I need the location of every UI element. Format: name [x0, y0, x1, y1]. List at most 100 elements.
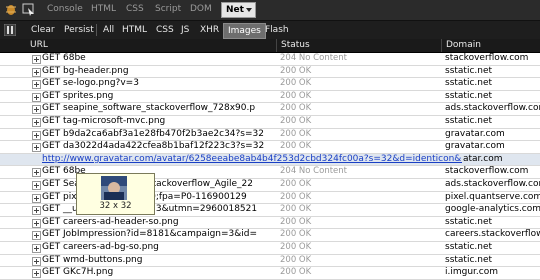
request-url: GET seapine_software_stackoverflow_728x9…	[42, 103, 256, 114]
filter-images[interactable]: Images	[223, 23, 266, 39]
request-domain: sstatic.net	[445, 90, 493, 101]
request-domain: sstatic.net	[445, 115, 493, 126]
request-domain: atar.com	[463, 153, 503, 164]
request-row[interactable]: GET b9da2ca6abf3a1e28fb470f2b3ae2c34?s=3…	[0, 128, 540, 142]
request-url: GET 68be	[42, 53, 86, 63]
request-status: 200 OK	[280, 204, 312, 215]
tab-css[interactable]: CSS	[126, 4, 144, 14]
filter-css[interactable]: CSS	[156, 25, 174, 35]
request-row[interactable]: GET JobImpression?id=8181&campaign=3&id=…	[0, 229, 540, 242]
request-domain: ads.stackoverflow.com	[445, 178, 540, 189]
request-status: 200 OK	[280, 90, 312, 101]
expand-icon[interactable]	[32, 117, 41, 127]
request-status: 200 OK	[280, 216, 312, 227]
request-row[interactable]: GET GKc7H.png 200 OK i.imgur.com	[0, 267, 540, 280]
request-row[interactable]: GET careers-ad-bg-so.png 200 OK sstatic.ne…	[0, 241, 540, 255]
filter-html[interactable]: HTML	[122, 25, 147, 35]
toolbar-divider	[96, 24, 97, 36]
request-status: 200 OK	[280, 128, 312, 139]
request-status: 200 OK	[280, 141, 312, 152]
clear-button[interactable]: Clear	[31, 25, 55, 35]
expand-icon[interactable]	[32, 206, 41, 216]
request-row[interactable]: GET tag-microsoft-mvc.png 200 OK sstatic.n…	[0, 115, 540, 129]
request-domain: sstatic.net	[445, 65, 493, 76]
expand-icon[interactable]	[32, 218, 41, 228]
request-domain: sstatic.net	[445, 78, 493, 89]
tab-console[interactable]: Console	[47, 4, 83, 14]
inspect-icon[interactable]	[22, 3, 36, 16]
request-url: GET wmd-buttons.png	[42, 254, 143, 265]
expand-icon[interactable]	[32, 269, 41, 279]
request-url: GET GKc7H.png	[42, 267, 114, 278]
request-list: GET 68be 204 No Content stackoverflow.com G…	[0, 53, 540, 280]
net-filter-bar: Clear Persist All HTML CSS JS XHR Images…	[0, 21, 540, 39]
expand-icon[interactable]	[32, 243, 41, 253]
expand-icon[interactable]	[32, 130, 41, 140]
net-table-header: URL Status Domain	[0, 39, 540, 53]
request-row[interactable]: GET wmd-buttons.png 200 OK sstatic.net	[0, 254, 540, 268]
request-domain: careers.stackoverflow.com	[445, 229, 540, 240]
column-divider[interactable]	[276, 39, 277, 52]
filter-all[interactable]: All	[103, 25, 114, 35]
request-domain: stackoverflow.com	[445, 166, 529, 177]
request-domain: google-analytics.com	[445, 204, 540, 215]
tab-script[interactable]: Script	[155, 4, 181, 14]
request-row[interactable]: http://www.gravatar.com/avatar/6258eeabe…	[0, 153, 540, 167]
request-domain: ads.stackoverflow.com	[445, 103, 540, 114]
expand-icon[interactable]	[32, 168, 41, 178]
request-domain: gravatar.com	[445, 141, 505, 152]
column-status[interactable]: Status	[281, 40, 310, 50]
pause-icon[interactable]	[4, 24, 16, 36]
request-row[interactable]: GET da3022d4ada422cfea8b1baf12f223c3?s=3…	[0, 141, 540, 154]
filter-js[interactable]: JS	[181, 25, 189, 35]
expand-icon[interactable]	[32, 67, 41, 77]
request-status: 200 OK	[280, 191, 312, 202]
tab-dom[interactable]: DOM	[190, 4, 212, 14]
column-domain[interactable]: Domain	[446, 40, 481, 50]
request-status: 200 OK	[280, 65, 312, 76]
tab-html[interactable]: HTML	[91, 4, 116, 14]
expand-icon[interactable]	[32, 143, 41, 153]
request-status: 200 OK	[280, 254, 312, 265]
persist-button[interactable]: Persist	[64, 25, 94, 35]
expand-icon[interactable]	[32, 105, 41, 115]
request-status: 200 OK	[280, 241, 312, 252]
expand-icon[interactable]	[32, 80, 41, 90]
expand-icon[interactable]	[32, 92, 41, 102]
firebug-toolbar: Console HTML CSS Script DOM Net	[0, 0, 540, 21]
request-status: 204 No Content	[280, 166, 347, 177]
request-row[interactable]: GET seapine_software_stackoverflow_728x9…	[0, 103, 540, 116]
request-row[interactable]: GET se-logo.png?v=3 200 OK sstatic.net	[0, 78, 540, 91]
request-domain: sstatic.net	[445, 254, 493, 265]
image-size-label: 32 x 32	[99, 201, 132, 211]
request-domain: sstatic.net	[445, 241, 493, 252]
request-domain: pixel.quantserve.com	[445, 191, 540, 202]
request-status: 204 No Content	[280, 53, 347, 63]
expand-icon[interactable]	[32, 55, 41, 64]
firebug-bug-icon[interactable]	[4, 3, 18, 16]
filter-xhr[interactable]: XHR	[200, 25, 219, 35]
request-domain: stackoverflow.com	[445, 53, 529, 63]
tab-net[interactable]: Net	[221, 2, 256, 18]
filter-flash[interactable]: Flash	[265, 25, 289, 35]
request-domain: gravatar.com	[445, 128, 505, 139]
request-url: GET bg-header.png	[42, 65, 129, 76]
request-status: 200 OK	[280, 78, 312, 89]
request-url: GET sprites.png	[42, 90, 114, 101]
request-url[interactable]: http://www.gravatar.com/avatar/6258eeabe…	[42, 154, 462, 165]
expand-icon[interactable]	[32, 193, 41, 203]
request-row[interactable]: GET careers-ad-header-so.png 200 OK sstati…	[0, 216, 540, 230]
request-row[interactable]: GET sprites.png 200 OK sstatic.net	[0, 90, 540, 104]
column-url[interactable]: URL	[30, 40, 48, 50]
column-divider[interactable]	[441, 39, 442, 52]
request-status: 200 OK	[280, 178, 312, 189]
tab-net-label: Net	[226, 5, 244, 15]
request-row[interactable]: GET 68be 204 No Content stackoverflow.com	[0, 53, 540, 66]
image-preview-tooltip: 32 x 32	[76, 173, 155, 215]
request-status: 200 OK	[280, 103, 312, 114]
chevron-down-icon	[245, 7, 252, 12]
request-row[interactable]: GET bg-header.png 200 OK sstatic.net	[0, 65, 540, 79]
expand-icon[interactable]	[32, 256, 41, 266]
expand-icon[interactable]	[32, 231, 41, 241]
expand-icon[interactable]	[32, 180, 41, 190]
